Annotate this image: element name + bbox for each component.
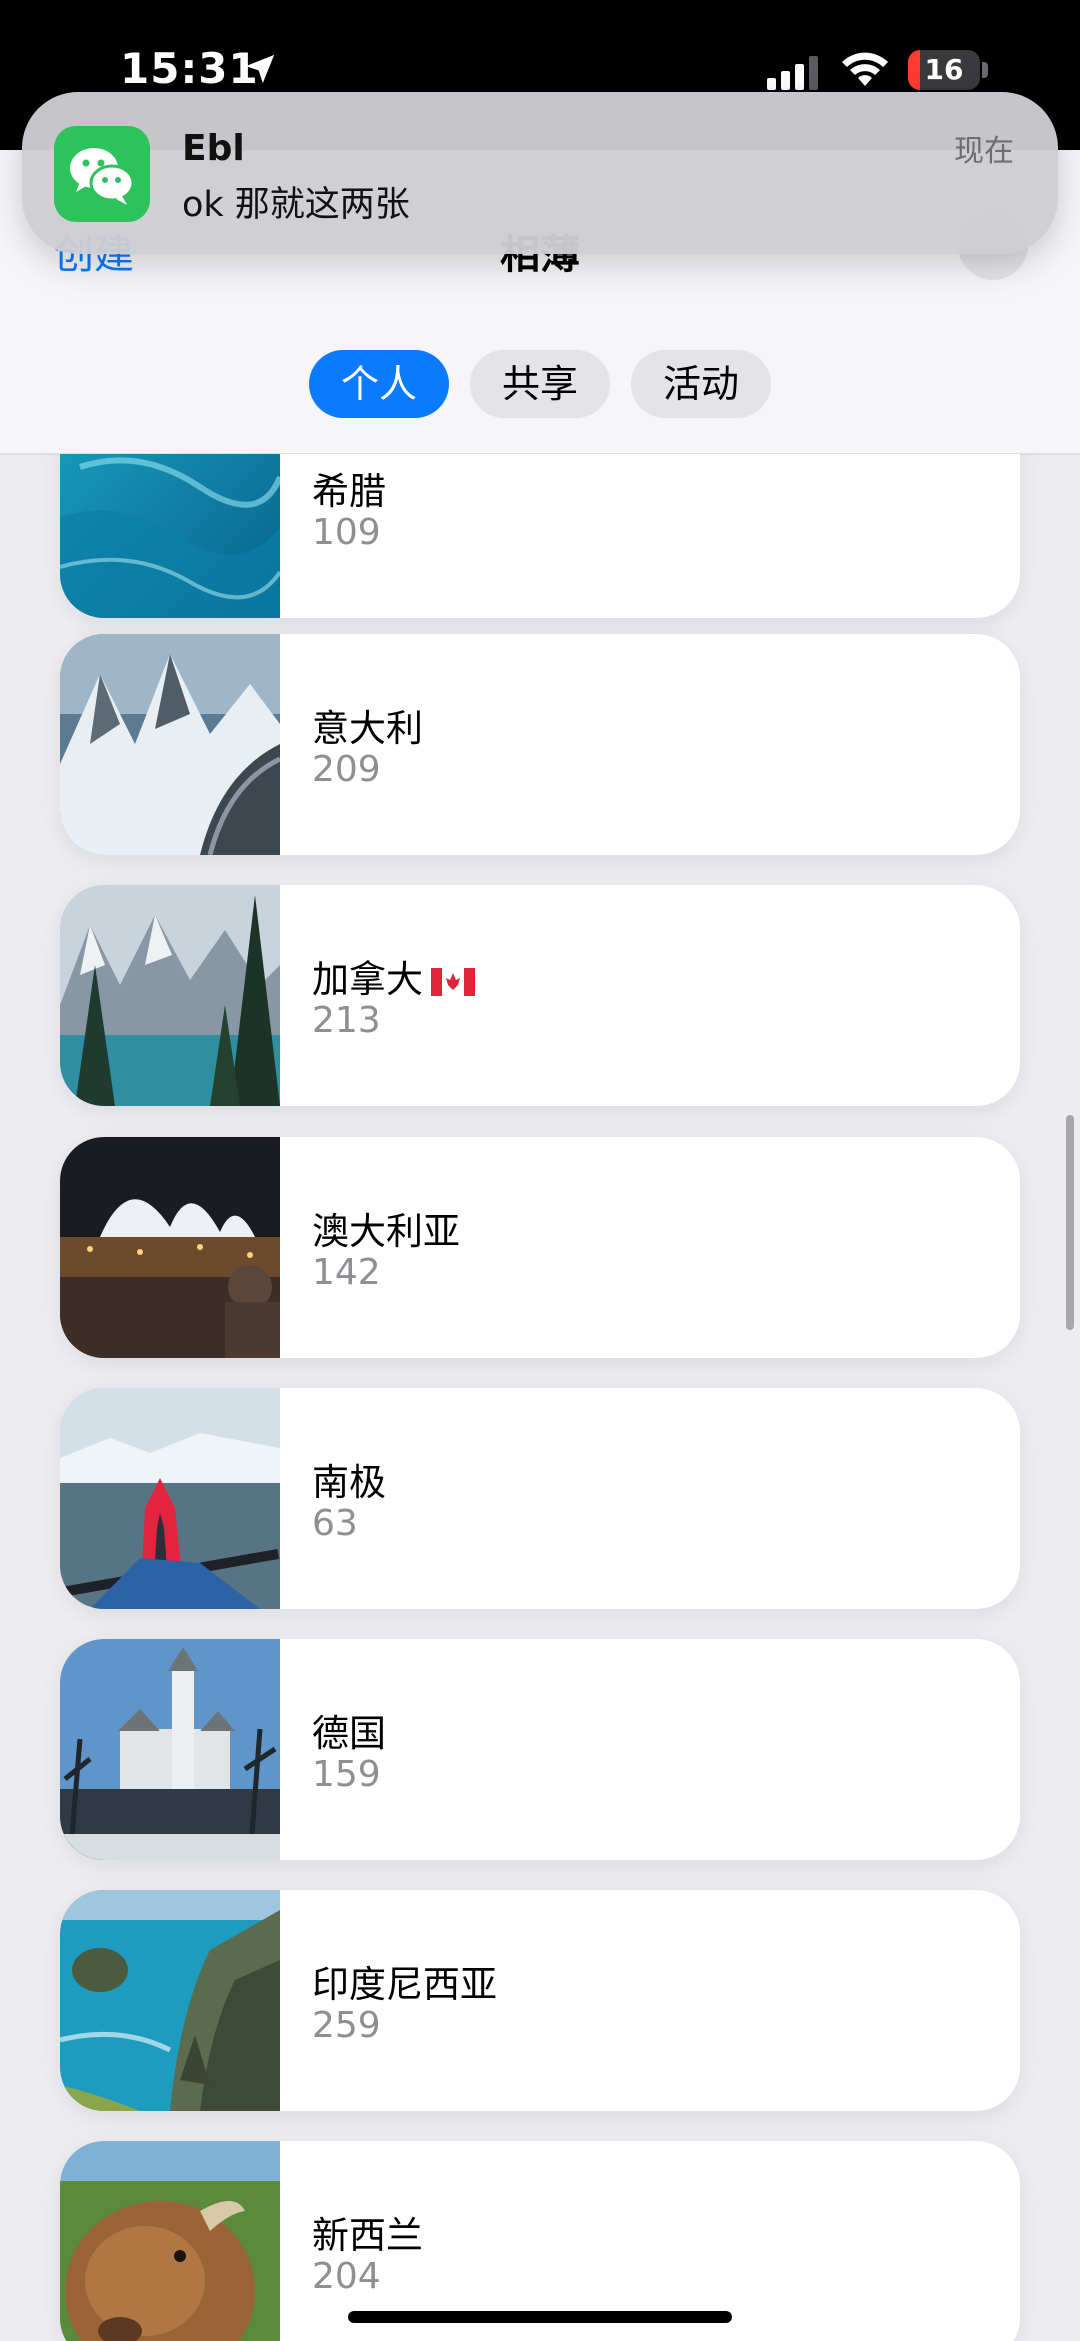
- album-count: 63: [312, 1503, 358, 1544]
- album-count: 159: [312, 1754, 381, 1795]
- battery-percent: 16: [924, 53, 964, 86]
- notification-sender: Ebl: [182, 128, 245, 169]
- album-title: 印度尼西亚: [312, 1963, 497, 2006]
- album-title: 德国: [312, 1712, 386, 1755]
- canada-flag-icon: [431, 967, 475, 996]
- album-row-indonesia[interactable]: 印度尼西亚 259: [60, 1890, 1020, 2111]
- album-thumbnail: [60, 1388, 280, 1609]
- album-count: 204: [312, 2256, 381, 2297]
- segment-activity[interactable]: 活动: [631, 350, 771, 418]
- wechat-icon: [54, 126, 150, 222]
- location-arrow-icon: [245, 54, 275, 84]
- battery-tip: [982, 62, 988, 78]
- album-title: 意大利: [312, 707, 423, 750]
- album-thumbnail: [60, 454, 280, 618]
- album-row-greece[interactable]: 希腊 109: [60, 454, 1020, 618]
- album-row-antarctica[interactable]: 南极 63: [60, 1388, 1020, 1609]
- album-title: 希腊: [312, 470, 386, 513]
- notification-banner[interactable]: Ebl ok 那就这两张 现在: [22, 92, 1058, 254]
- album-thumbnail: [60, 1890, 280, 2111]
- home-indicator[interactable]: [348, 2311, 732, 2323]
- notification-message: ok 那就这两张: [182, 185, 410, 225]
- album-thumbnail: [60, 1137, 280, 1358]
- album-count: 259: [312, 2005, 381, 2046]
- album-title: 南极: [312, 1461, 386, 1504]
- album-title: 澳大利亚: [312, 1210, 460, 1253]
- segmented-control: 个人 共享 活动: [0, 350, 1080, 420]
- album-count: 109: [312, 512, 381, 553]
- segment-personal[interactable]: 个人: [309, 350, 449, 418]
- album-title: 加拿大: [312, 949, 475, 1003]
- scroll-indicator[interactable]: [1066, 1115, 1074, 1330]
- album-row-germany[interactable]: 德国 159: [60, 1639, 1020, 1860]
- segment-shared[interactable]: 共享: [470, 350, 610, 418]
- battery-icon: 16: [908, 50, 980, 90]
- album-thumbnail: [60, 2141, 280, 2341]
- album-thumbnail: [60, 634, 280, 855]
- status-time: 15:31: [120, 44, 259, 93]
- wifi-icon: [842, 52, 888, 86]
- notification-time: 现在: [954, 134, 1014, 169]
- album-row-canada[interactable]: 加拿大 213: [60, 885, 1020, 1106]
- album-thumbnail: [60, 1639, 280, 1860]
- album-thumbnail: [60, 885, 280, 1106]
- album-list: 希腊 109 意大利 209 加拿大 213 澳大利亚 142 南极 63 德国…: [0, 454, 1080, 2341]
- album-title: 新西兰: [312, 2214, 423, 2257]
- album-row-italy[interactable]: 意大利 209: [60, 634, 1020, 855]
- album-count: 213: [312, 1000, 381, 1041]
- cellular-signal-icon: [767, 56, 818, 90]
- album-count: 209: [312, 749, 381, 790]
- album-row-australia[interactable]: 澳大利亚 142: [60, 1137, 1020, 1358]
- album-count: 142: [312, 1252, 381, 1293]
